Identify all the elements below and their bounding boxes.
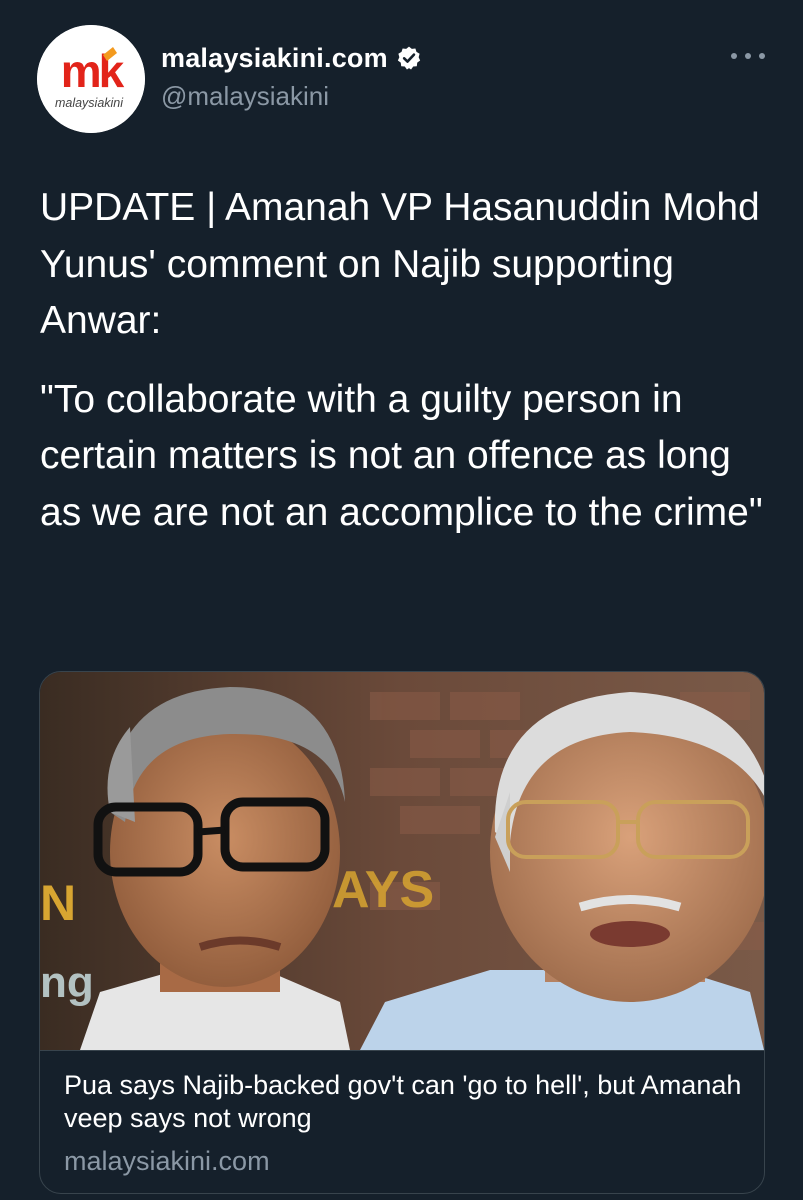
sign-letters: AYS [332,861,434,919]
sign-letters: ng [40,958,94,1007]
card-image[interactable]: N AYS ng [40,672,764,1050]
tweet-paragraph: UPDATE | Amanah VP Hasanuddin Mohd Yunus… [40,186,760,342]
author-info: malaysiakini.com @malaysiakini [161,40,422,112]
tweet-text: UPDATE | Amanah VP Hasanuddin Mohd Yunus… [40,180,770,541]
author-avatar[interactable]: mk malaysiakini [37,25,145,133]
tweet-paragraph: "To collaborate with a guilty person in … [40,377,763,534]
author-name-row: malaysiakini.com [161,40,422,76]
sign-letter: N [40,875,76,931]
malaysiakini-logo: mk malaysiakini [37,25,145,133]
card-title[interactable]: Pua says Najib-backed gov't can 'go to h… [64,1069,754,1135]
card-photo: N AYS ng [40,672,764,1050]
more-horizontal-icon[interactable] [731,44,765,68]
link-preview-card[interactable]: N AYS ng Pua says Najib-backed gov't can… [39,671,765,1194]
more-dot [731,53,737,59]
tweet: mk malaysiakini malaysiakini.com @malays… [0,0,803,1200]
more-dot [759,53,765,59]
card-domain[interactable]: malaysiakini.com [64,1146,270,1177]
card-divider [40,1050,764,1051]
more-dot [745,53,751,59]
author-display-name[interactable]: malaysiakini.com [161,43,388,74]
author-handle[interactable]: @malaysiakini [161,81,422,112]
logo-wordmark: malaysiakini [55,96,124,110]
verified-badge-icon [397,46,420,70]
